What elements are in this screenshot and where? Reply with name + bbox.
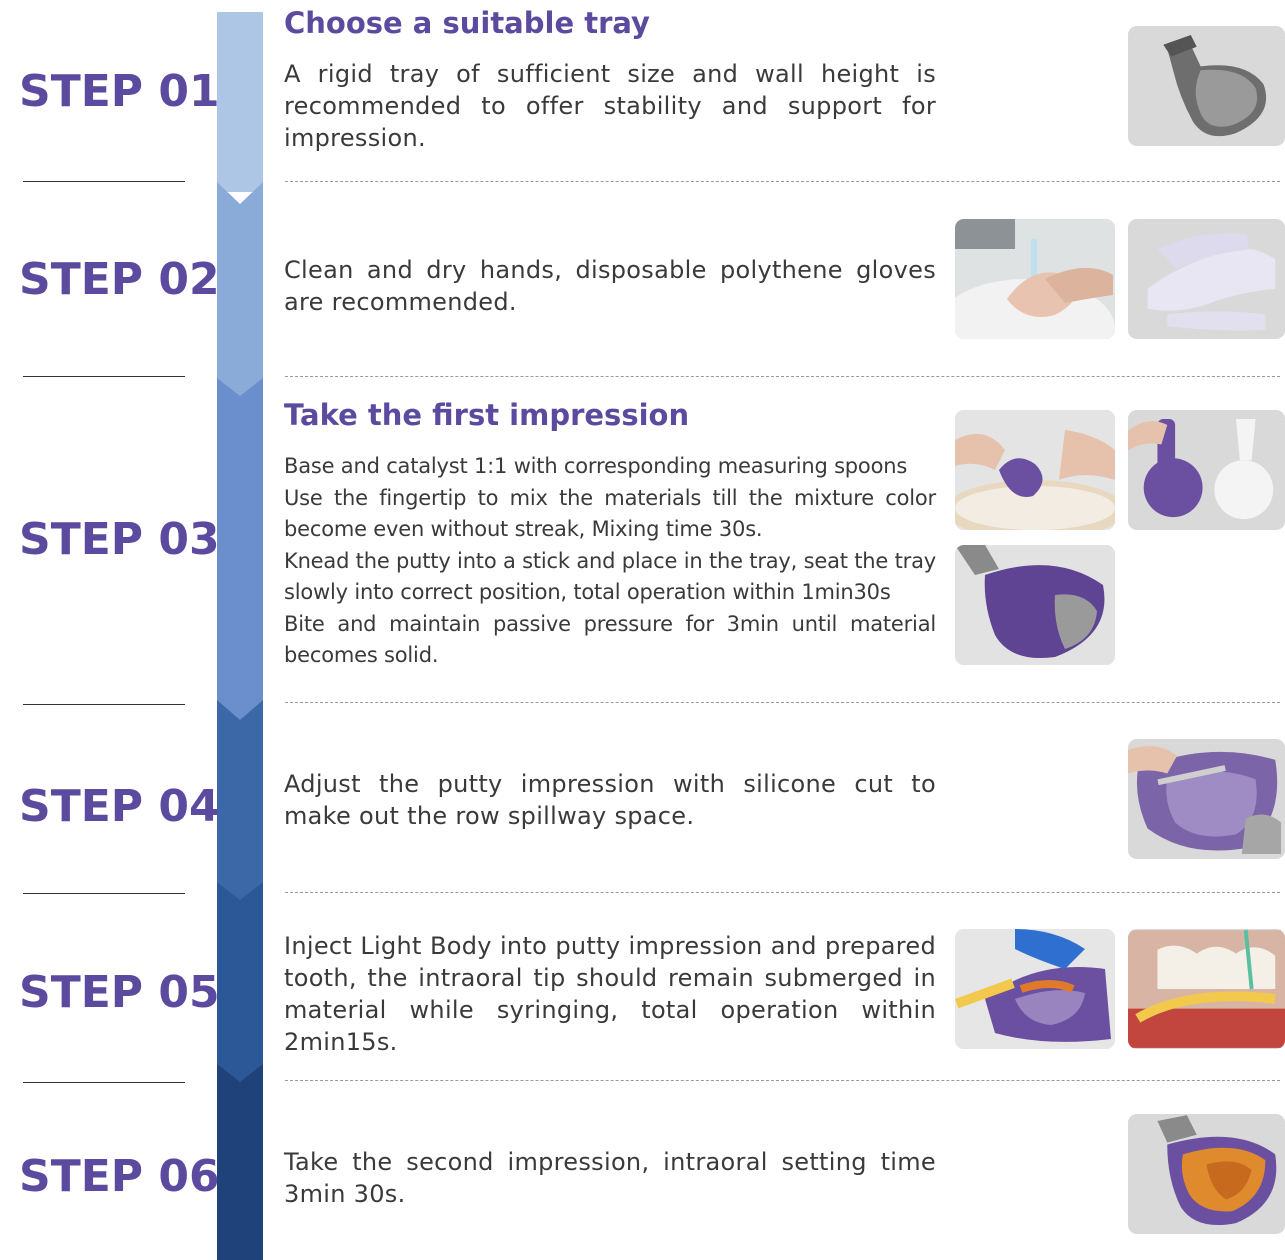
band-segment-01 xyxy=(217,12,263,192)
step-02-dashed-divider xyxy=(285,376,1280,377)
step-01-label: STEP 01 xyxy=(19,66,220,117)
step-05-label: STEP 05 xyxy=(19,967,220,1018)
step-01-divider xyxy=(23,181,185,182)
mixing-putty-icon xyxy=(955,410,1115,530)
step-03-line-1: Base and catalyst 1:1 with corresponding… xyxy=(284,454,908,478)
step-05-text: Inject Light Body into putty impression … xyxy=(284,932,936,1056)
step-04-divider xyxy=(23,893,185,894)
step-04-label: STEP 04 xyxy=(19,781,220,832)
step-06-text: Take the second impression, intraoral se… xyxy=(284,1148,936,1208)
step-03-text: Base and catalyst 1:1 with corresponding… xyxy=(284,451,936,672)
final-impression-icon xyxy=(1128,1114,1285,1234)
step-05-dashed-divider xyxy=(285,1080,1280,1081)
step-06-label: STEP 06 xyxy=(19,1151,220,1202)
step-05-divider xyxy=(23,1082,185,1083)
syringe-on-tooth-icon xyxy=(1128,929,1285,1049)
step-03-dashed-divider xyxy=(285,702,1280,703)
band-segment-05 xyxy=(217,882,263,1086)
step-progress-band xyxy=(217,12,263,1260)
step-03-divider xyxy=(23,704,185,705)
step-01-title: Choose a suitable tray xyxy=(284,6,650,40)
hand-washing-icon xyxy=(955,219,1115,339)
band-segment-02 xyxy=(217,182,263,396)
metal-impression-tray-icon xyxy=(1128,26,1285,146)
trimming-impression-icon xyxy=(1128,739,1285,859)
gloves-icon xyxy=(1128,219,1285,339)
step-03-line-3: Knead the putty into a stick and place i… xyxy=(284,548,936,605)
step-01-text: A rigid tray of sufficient size and wall… xyxy=(284,60,936,152)
band-segment-03 xyxy=(217,378,263,722)
step-02-divider xyxy=(23,376,185,377)
measuring-spoon-icon xyxy=(1128,410,1285,530)
band-segment-04 xyxy=(217,700,263,905)
step-03-label: STEP 03 xyxy=(19,514,220,565)
step-03-line-2: Use the fingertip to mix the materials t… xyxy=(284,485,936,542)
putty-in-tray-icon xyxy=(955,545,1115,665)
step-04-dashed-divider xyxy=(285,892,1280,893)
syringe-into-impression-icon xyxy=(955,929,1115,1049)
step-03-line-4: Bite and maintain passive pressure for 3… xyxy=(284,611,936,668)
step-01-dashed-divider xyxy=(285,181,1280,182)
step-02-text: Clean and dry hands, disposable polythen… xyxy=(284,256,936,316)
step-03-title: Take the first impression xyxy=(284,398,690,432)
step-04-text: Adjust the putty impression with silicon… xyxy=(284,770,936,830)
step-02-label: STEP 02 xyxy=(19,254,220,305)
band-segment-06 xyxy=(217,1064,263,1260)
